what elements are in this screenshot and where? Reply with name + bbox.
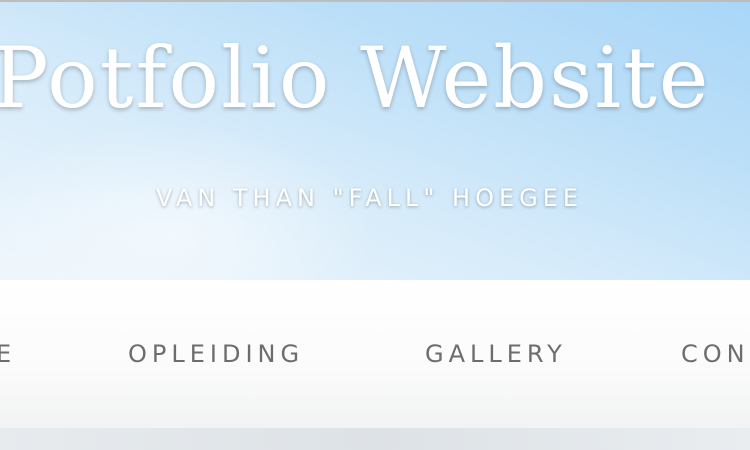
site-subtitle: VAN THAN "FALL" HOEGEE (156, 184, 584, 212)
page: Potfolio Website VAN THAN "FALL" HOEGEE … (0, 0, 750, 450)
site-title: Potfolio Website (0, 29, 711, 127)
nav-item-contact[interactable]: CON (681, 342, 750, 366)
nav-item-home[interactable]: E (0, 342, 16, 366)
nav-item-opleiding[interactable]: OPLEIDING (128, 342, 304, 366)
top-border (0, 0, 750, 2)
hero-banner: Potfolio Website VAN THAN "FALL" HOEGEE (0, 2, 750, 280)
content-area-top (0, 428, 750, 450)
nav-item-gallery[interactable]: GALLERY (425, 342, 567, 366)
main-navigation: E OPLEIDING GALLERY CON (0, 280, 750, 428)
